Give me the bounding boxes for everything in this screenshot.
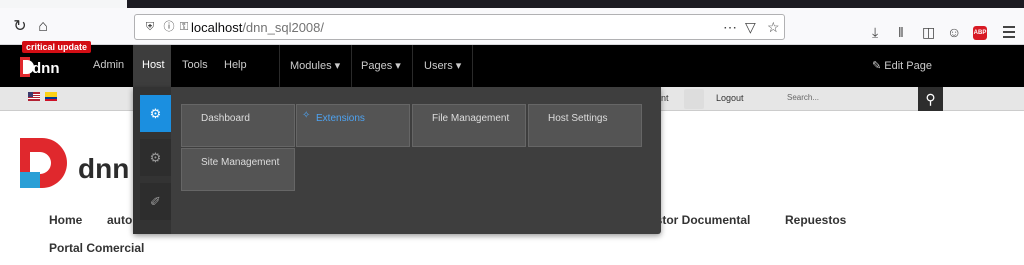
us-flag-icon[interactable] — [28, 92, 40, 101]
bookmark-star-icon[interactable]: ☆ — [767, 19, 780, 36]
menu-pages[interactable]: Pages ▾ — [361, 59, 401, 72]
shield-icon[interactable]: ⛨ — [143, 20, 157, 34]
menu-pages-label: Pages — [361, 60, 393, 72]
site-logo-text: dnn — [78, 153, 129, 184]
host-menu-dropdown: ⚙ ⚙ ✐ Dashboard ✧ Extensions File Managem… — [133, 87, 661, 234]
gear-icon[interactable]: ⚙ — [140, 95, 171, 132]
tile-file-management[interactable]: File Management — [412, 104, 526, 147]
address-bar[interactable]: ⛨ ⓘ ⚿ localhost/dnn_sql2008/ ⋯ ▽ ☆ — [134, 14, 785, 40]
url-text[interactable]: localhost/dnn_sql2008/ — [191, 20, 324, 35]
search-input[interactable]: Search... — [787, 93, 819, 102]
nav-portal-comercial[interactable]: Portal Comercial — [49, 241, 144, 255]
dnn-logo-text: dnn — [32, 60, 60, 77]
menu-users-label: Users — [424, 60, 453, 72]
tile-dashboard[interactable]: Dashboard — [181, 104, 295, 147]
colombia-flag-icon[interactable] — [45, 92, 57, 101]
more-actions-icon[interactable]: ⋯ — [723, 19, 737, 36]
chevron-down-icon: ▾ — [395, 60, 401, 72]
url-path: /dnn_sql2008/ — [242, 20, 324, 35]
info-icon[interactable]: ⓘ — [162, 20, 176, 34]
menu-help[interactable]: Help — [224, 59, 247, 71]
account-icon[interactable]: ☺ — [947, 24, 961, 40]
menu-divider — [412, 45, 413, 87]
search-icon: ⚲ — [925, 91, 936, 107]
menu-divider — [351, 45, 352, 87]
sidebar-icon[interactable]: ◫ — [922, 24, 935, 40]
menu-divider — [472, 45, 473, 87]
dnn-control-bar: critical update dnn Admin Host Tools Hel… — [0, 41, 1024, 87]
tab-strip — [127, 0, 1024, 8]
hamburger-menu-icon[interactable] — [1003, 26, 1015, 41]
search-button[interactable]: ⚲ — [918, 87, 943, 111]
site-logo[interactable]: dnn — [20, 138, 130, 188]
chevron-down-icon: ▾ — [334, 60, 341, 72]
nav-home[interactable]: Home — [49, 213, 82, 227]
download-icon[interactable]: ⤓ — [872, 24, 878, 40]
host-menu-sidebar: ⚙ ⚙ ✐ — [133, 87, 171, 234]
critical-update-badge[interactable]: critical update — [22, 41, 92, 53]
logout-link[interactable]: Logout — [716, 93, 744, 103]
menu-tools[interactable]: Tools — [182, 59, 208, 71]
menu-divider — [279, 45, 280, 87]
reload-icon[interactable]: ↻ — [10, 17, 30, 37]
gears-icon[interactable]: ⚙ — [140, 139, 171, 176]
adblock-icon[interactable]: ABP — [973, 26, 987, 40]
dnn-logo[interactable]: dnn — [20, 57, 70, 77]
key-icon[interactable]: ⚿ — [177, 20, 191, 34]
edit-page-label: Edit Page — [884, 60, 932, 72]
pin-icon[interactable]: ✐ — [140, 183, 171, 220]
menu-modules[interactable]: Modules ▾ — [290, 59, 340, 72]
menu-modules-label: Modules — [290, 60, 332, 72]
title-strip — [0, 0, 1024, 8]
tile-site-management[interactable]: Site Management — [181, 148, 295, 191]
avatar[interactable] — [684, 89, 704, 109]
register-link[interactable]: nt — [661, 93, 669, 103]
nav-gestor-documental[interactable]: estor Documental — [649, 213, 750, 227]
browser-toolbar: ↻ ⌂ ⛨ ⓘ ⚿ localhost/dnn_sql2008/ ⋯ ▽ ☆ ⤓… — [0, 8, 1024, 45]
tile-extensions-label: Extensions — [316, 113, 365, 124]
extensions-icon: ✧ — [302, 110, 311, 121]
chevron-down-icon: ▾ — [455, 60, 462, 72]
pencil-icon: ✎ — [872, 60, 882, 72]
home-icon[interactable]: ⌂ — [33, 17, 53, 37]
edit-page-button[interactable]: ✎ Edit Page — [872, 59, 932, 72]
library-icon[interactable]: ‖ — [898, 24, 904, 40]
menu-host[interactable]: Host — [142, 59, 165, 71]
url-host: localhost — [191, 20, 243, 35]
tile-extensions[interactable]: ✧ Extensions — [296, 104, 410, 147]
pocket-icon[interactable]: ▽ — [745, 19, 756, 36]
tile-host-settings[interactable]: Host Settings — [528, 104, 642, 147]
nav-auto[interactable]: auto — [107, 213, 132, 227]
nav-repuestos[interactable]: Repuestos — [785, 213, 846, 227]
menu-admin[interactable]: Admin — [93, 59, 124, 71]
menu-users[interactable]: Users ▾ — [424, 59, 461, 72]
